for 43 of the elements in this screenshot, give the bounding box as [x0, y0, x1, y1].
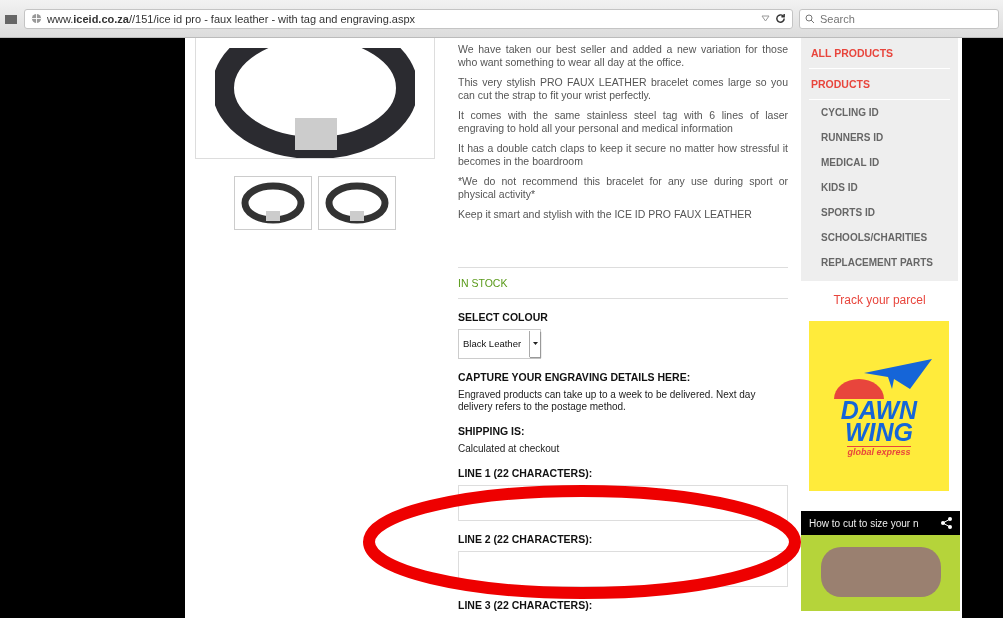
dropdown-icon[interactable] — [761, 15, 770, 22]
colour-select[interactable]: Black Leather — [458, 328, 542, 359]
globe-icon — [31, 13, 42, 24]
video-player[interactable]: How to cut to size your n — [801, 511, 960, 611]
description-paragraph: This very stylish PRO FAUX LEATHER bracelet comes large so you can cut the strap to fit your wrist perfectly. — [458, 76, 788, 101]
sidebar-item[interactable]: SPORTS ID — [809, 200, 950, 225]
stock-status: IN STOCK — [458, 276, 508, 289]
shipping-text: Calculated at checkout — [458, 442, 561, 455]
video-title: How to cut to size your n — [809, 517, 919, 529]
shipping-heading: SHIPPING IS: — [458, 424, 526, 437]
description-paragraph: It has a double catch claps to keep it secure no matter how stressful it becomes in the boardroom — [458, 142, 788, 167]
sidebar-item[interactable]: SCHOOLS/CHARITIES — [809, 225, 950, 250]
track-parcel-link[interactable]: Track your parcel — [801, 293, 958, 307]
engraving-line-label: LINE 2 (22 CHARACTERS): — [458, 532, 594, 545]
description-paragraph: Keep it smart and stylish with the ICE ID PRO FAUX LEATHER — [458, 208, 753, 221]
description-paragraph: It comes with the same stainless steel tag with 6 lines of laser engraving to hold all your personal and medical information — [458, 109, 788, 134]
address-bar[interactable]: www.iceid.co.za//151/ice id pro - faux leather - with tag and engraving.aspx — [24, 8, 793, 29]
search-icon — [805, 13, 815, 24]
url-text: www.iceid.co.za//151/ice id pro - faux leather - with tag and engraving.aspx — [47, 12, 417, 25]
thumbnail-photo[interactable] — [234, 176, 312, 230]
category-link[interactable]: PRODUCTS — [809, 69, 950, 100]
logo-tagline: global express — [847, 446, 911, 457]
sidebar-item[interactable]: CYCLING ID — [809, 100, 950, 125]
share-icon[interactable] — [941, 517, 952, 529]
sidebar-item[interactable]: KIDS ID — [809, 175, 950, 200]
engraving-note: Engraved products can take up to a week to be delivered. Next day delivery refers to the postage method. — [458, 388, 757, 413]
caret-icon — [532, 342, 538, 345]
engraving-heading: CAPTURE YOUR ENGRAVING DETAILS HERE: — [458, 370, 692, 383]
sidebar-item[interactable]: RUNNERS ID — [809, 125, 950, 150]
search-field[interactable]: Search — [799, 8, 999, 29]
description-paragraph: *We do not recommend this bracelet for any use during sport or physical activity* — [458, 175, 788, 200]
category-link[interactable]: ALL PRODUCTS — [809, 38, 950, 69]
logo-wordmark: DAWN — [840, 399, 918, 421]
engraving-line-label: LINE 1 (22 CHARACTERS): — [458, 466, 594, 479]
sidebar-item[interactable]: REPLACEMENT PARTS — [809, 250, 950, 275]
colour-label: SELECT COLOUR — [458, 310, 549, 323]
engraving-line-label: LINE 3 (22 CHARACTERS): — [458, 598, 594, 611]
courier-logo[interactable]: DAWN WING global express — [809, 321, 949, 491]
description-paragraph: We have taken our best seller and added a new variation for those who want something to wear all day at the office. — [458, 43, 788, 68]
logo-wordmark: WING — [844, 421, 913, 443]
reload-icon[interactable] — [775, 13, 786, 24]
thumbnail-photo[interactable] — [318, 176, 396, 230]
sidebar-item[interactable]: MEDICAL ID — [809, 150, 950, 175]
